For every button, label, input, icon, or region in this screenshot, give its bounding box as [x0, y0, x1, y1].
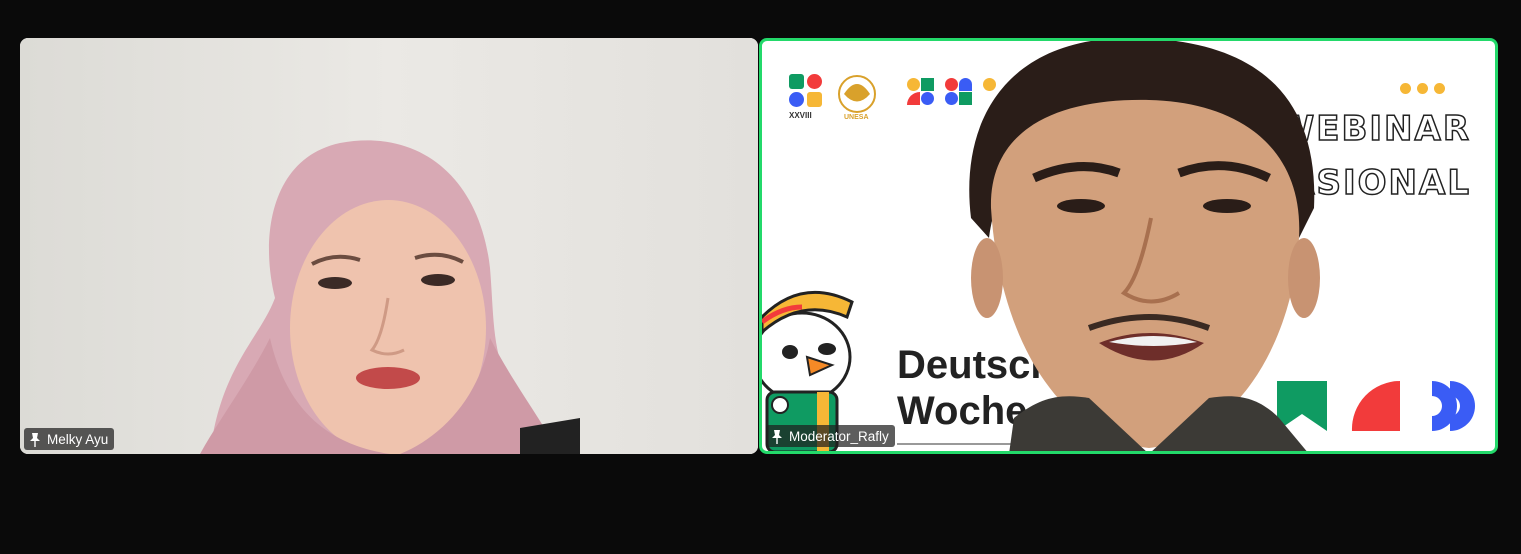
participant-name-tag: Moderator_Rafly	[766, 425, 895, 447]
participant-name-tag: Melky Ayu	[24, 428, 115, 450]
participant-name: Melky Ayu	[47, 431, 109, 447]
participant-name: Moderator_Rafly	[789, 428, 889, 444]
video-tile-moderator[interactable]: XXVIII UNESA WEBINAR ASIONAL Deutsch Woc…	[759, 38, 1498, 454]
pin-icon	[30, 432, 40, 447]
participant-video-feed	[20, 38, 758, 454]
participant-video-feed	[969, 41, 1320, 451]
video-tile-melky[interactable]: Melky Ayu	[20, 38, 758, 454]
pin-icon	[772, 429, 782, 444]
